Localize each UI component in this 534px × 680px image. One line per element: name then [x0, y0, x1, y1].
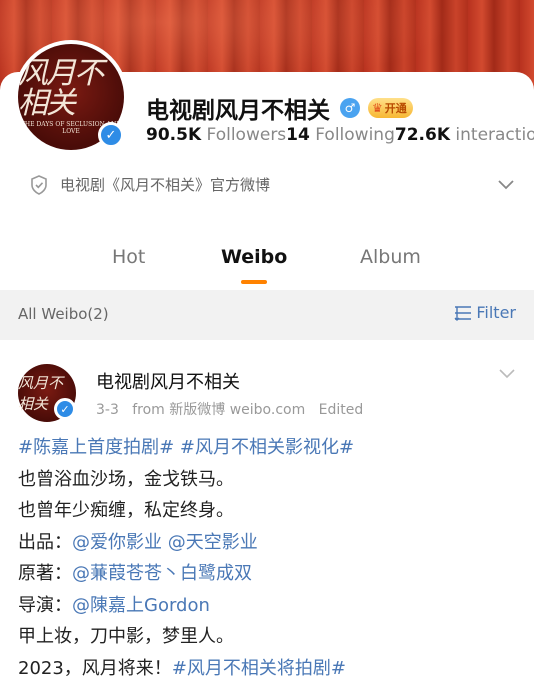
male-gender-icon: ♂: [340, 98, 360, 118]
crown-icon: ♛: [372, 101, 383, 115]
avatar-title: 风月不相关: [18, 56, 104, 121]
vip-label: 开通: [384, 102, 407, 115]
profile-name: 电视剧风月不相关: [146, 98, 330, 124]
vip-badge[interactable]: ♛ 开通: [368, 98, 413, 118]
post-edited: Edited: [318, 402, 364, 418]
followers-stat[interactable]: 90.5K Followers: [146, 125, 286, 145]
active-tab-indicator: [241, 280, 267, 284]
post-source: from 新版微博 weibo.com: [132, 402, 306, 418]
post-line: 出品：@爱你影业 @天空影业: [18, 531, 258, 553]
post-body: #陈嘉上首度拍剧# #风月不相关影视化# 也曾浴血沙场，金戈铁马。 也曾年少痴缠…: [18, 432, 518, 680]
post-meta: 3-3 from 新版微博 weibo.com Edited: [96, 399, 363, 419]
tab-hot[interactable]: Hot: [112, 246, 145, 268]
post-date: 3-3: [96, 402, 119, 418]
filter-label: Filter: [476, 303, 516, 322]
shield-icon: [31, 174, 47, 195]
mention-link[interactable]: @天空影业: [168, 532, 258, 553]
tab-album[interactable]: Album: [360, 246, 421, 268]
post-author[interactable]: 电视剧风月不相关: [96, 368, 240, 394]
verified-description: 电视剧《风月不相关》官方微博: [60, 176, 271, 194]
verified-description-row[interactable]: 电视剧《风月不相关》官方微博: [30, 174, 270, 195]
all-weibo-count: All Weibo(2): [18, 305, 109, 323]
mention-link[interactable]: @陳嘉上Gordon: [72, 595, 210, 616]
filter-icon: [454, 305, 472, 321]
post-line: 甲上妆，刀中影，梦里人。: [18, 626, 234, 647]
profile-name-row: 电视剧风月不相关 ♂ ♛ 开通: [146, 91, 413, 125]
following-stat[interactable]: 14 Following: [286, 125, 395, 145]
hashtag-link[interactable]: #风月不相关将拍剧#: [172, 658, 346, 679]
post-line: 也曾年少痴缠，私定终身。: [18, 500, 234, 521]
chevron-down-icon[interactable]: [496, 174, 516, 194]
post-line: 原著：@蒹葭苍苍丶白鹭成双: [18, 563, 252, 584]
post-verified-badge-icon: ✓: [54, 398, 76, 420]
mention-link[interactable]: @蒹葭苍苍丶白鹭成双: [72, 563, 252, 584]
interactions-stat[interactable]: 72.6K interactio: [395, 125, 534, 145]
hashtag-link[interactable]: #风月不相关影视化#: [180, 437, 354, 458]
verified-badge-icon: ✓: [98, 122, 124, 148]
tab-weibo[interactable]: Weibo: [221, 246, 287, 268]
post-line: 导演：@陳嘉上Gordon: [18, 594, 210, 616]
profile-stats: 90.5K Followers14 Following72.6K interac…: [146, 125, 534, 145]
profile-tabs: Hot Weibo Album: [0, 238, 534, 290]
post-line: 也曾浴血沙场，金戈铁马。: [18, 468, 234, 490]
hashtag-link[interactable]: #陈嘉上首度拍剧#: [18, 437, 174, 458]
mention-link[interactable]: @爱你影业: [72, 532, 162, 553]
post-line: 2023，风月将来！#风月不相关将拍剧#: [18, 657, 346, 679]
post-menu-chevron-icon[interactable]: [498, 364, 516, 382]
filter-bar: All Weibo(2) Filter: [0, 290, 534, 340]
post-line: #陈嘉上首度拍剧# #风月不相关影视化#: [18, 432, 518, 464]
filter-button[interactable]: Filter: [454, 303, 516, 322]
